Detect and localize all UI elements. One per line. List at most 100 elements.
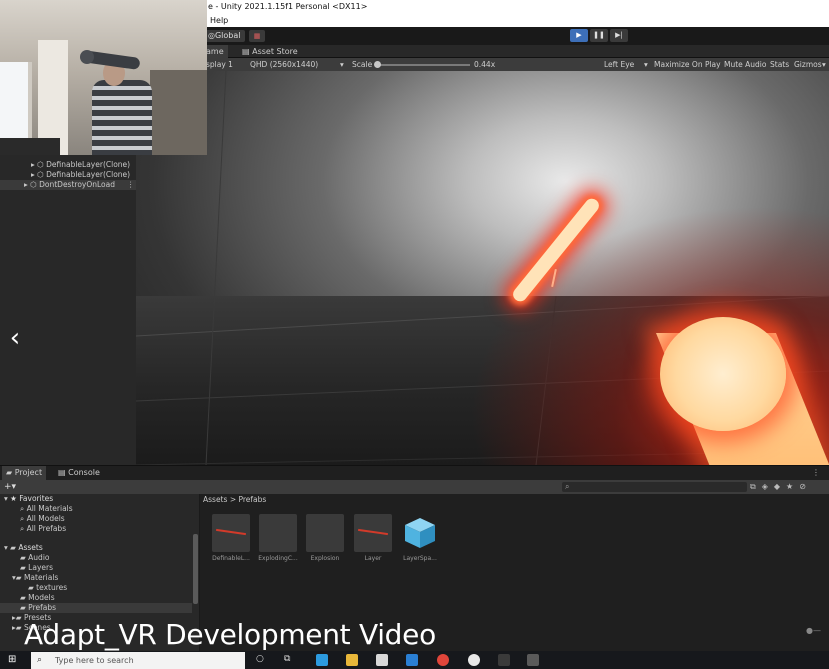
tab-console[interactable]: ▤ Console: [54, 466, 104, 480]
search-icon: ⌕: [565, 482, 570, 491]
expand-arrow-icon[interactable]: ▸: [24, 180, 28, 189]
hierarchy-row[interactable]: ▸ ⬡ DontDestroyOnLoad ⋮: [0, 180, 136, 190]
oculus-app-icon[interactable]: [468, 654, 480, 666]
grid-icon: ▦: [253, 32, 261, 40]
tree-scrollbar[interactable]: [193, 534, 198, 604]
folder-label: Layers: [28, 563, 53, 572]
project-tabs: ▰ Project ▤ Console ⋮: [0, 466, 829, 480]
prefab-tile[interactable]: ExplodingC...: [258, 514, 298, 562]
vr-headset-icon[interactable]: [498, 654, 510, 666]
menu-help[interactable]: Help: [210, 16, 228, 25]
gameobject-icon: ⬡: [37, 160, 44, 169]
windows-taskbar: ⊞ Type here to search ⌕ ○ ⧉: [0, 651, 829, 669]
prefab-label: LayerSpa...: [403, 555, 437, 562]
favorites-label: Favorites: [19, 494, 54, 503]
list-item[interactable]: ▰ Prefabs: [0, 603, 192, 613]
dropdown-arrow-icon: ▾: [340, 60, 344, 69]
breadcrumb-prefabs[interactable]: Prefabs: [238, 495, 266, 504]
breadcrumb-assets[interactable]: Assets: [203, 495, 227, 504]
list-item[interactable]: ▰ Layers: [0, 563, 192, 573]
prefab-thumbnail: [354, 514, 392, 552]
search-placeholder: Type here to search: [55, 656, 134, 665]
hierarchy-row[interactable]: ▸ ⬡ DefinableLayer(Clone): [0, 170, 136, 180]
favorite-label: All Prefabs: [26, 524, 67, 533]
folder-icon: ▰: [20, 603, 26, 612]
unity-icon[interactable]: [527, 654, 539, 666]
cortana-icon[interactable]: ○: [256, 654, 264, 664]
hierarchy-row[interactable]: ▸ ⬡ DefinableLayer(Clone): [0, 160, 136, 170]
prefab-tile[interactable]: Explosion: [306, 514, 344, 562]
prefab-tile[interactable]: DefinableL...: [212, 514, 250, 562]
prefab-label: DefinableL...: [212, 555, 250, 562]
hierarchy-item-label: DefinableLayer(Clone): [46, 170, 131, 179]
more-options-icon[interactable]: ⋮: [812, 466, 820, 480]
prefab-tile[interactable]: LayerSpa...: [401, 514, 439, 562]
folder-icon: ▰: [10, 543, 16, 552]
mail-icon[interactable]: [406, 654, 418, 666]
stats-toggle[interactable]: Stats: [770, 58, 789, 71]
play-controls: ▶ ❚❚ ▶|: [570, 29, 628, 42]
tab-project[interactable]: ▰ Project: [2, 466, 47, 480]
eye-dropdown[interactable]: Left Eye: [604, 58, 634, 71]
search-icon: ⌕: [20, 524, 25, 533]
expand-arrow-icon[interactable]: ▸: [31, 160, 35, 169]
list-item[interactable]: ▰ textures: [0, 583, 192, 593]
folder-icon: ▰: [20, 553, 26, 562]
list-item[interactable]: ⌕ All Materials: [0, 504, 192, 514]
file-explorer-icon[interactable]: [346, 654, 358, 666]
tab-asset-store[interactable]: ▤ Asset Store: [238, 45, 302, 58]
tab-label: Project: [14, 468, 43, 477]
folder-label: textures: [36, 583, 68, 592]
assets-header[interactable]: ▾ ▰ Assets: [0, 543, 192, 553]
project-filter-icons[interactable]: ⧉◈◆★⊘: [750, 480, 812, 494]
folder-icon: ▰: [28, 583, 34, 592]
list-item[interactable]: ▾▰ Materials: [0, 573, 192, 583]
more-options-icon[interactable]: ⋮: [127, 180, 135, 190]
search-icon: ⌕: [37, 655, 43, 665]
favorite-label: All Models: [26, 514, 65, 523]
mute-audio-toggle[interactable]: Mute Audio: [724, 58, 766, 71]
expand-arrow-icon: ▾: [4, 494, 8, 503]
chrome-icon[interactable]: [437, 654, 449, 666]
gizmos-dropdown-icon[interactable]: ▾: [822, 58, 826, 71]
display-dropdown[interactable]: splay 1: [206, 58, 233, 71]
list-item[interactable]: ▰ Models: [0, 593, 192, 603]
list-item[interactable]: ⌕ All Models: [0, 514, 192, 524]
edge-icon[interactable]: [316, 654, 328, 666]
game-viewport[interactable]: [136, 71, 829, 465]
pause-button[interactable]: ❚❚: [590, 29, 608, 42]
project-search-input[interactable]: [562, 482, 747, 492]
thumbnail-size-slider[interactable]: ●—: [806, 626, 821, 635]
step-button[interactable]: ▶|: [610, 29, 628, 42]
maximize-on-play-toggle[interactable]: Maximize On Play: [654, 58, 721, 71]
cam-person-body: [92, 80, 152, 155]
list-item[interactable]: ▰ Audio: [0, 553, 192, 563]
gizmos-toggle[interactable]: Gizmos: [794, 58, 822, 71]
game-view-options-bar: splay 1 QHD (2560x1440) ▾ Scale 0.44x Le…: [136, 58, 829, 71]
grid-snap-button[interactable]: ▦: [249, 30, 265, 42]
chevron-left-icon[interactable]: ‹: [4, 322, 26, 354]
windows-start-icon[interactable]: ⊞: [8, 655, 16, 665]
global-icon: ◎: [208, 31, 215, 40]
create-plus-button[interactable]: +▾: [4, 480, 16, 494]
dropdown-arrow-icon: ▾: [644, 60, 648, 69]
folder-icon: ▰: [20, 563, 26, 572]
prefab-thumbnail: [306, 514, 344, 552]
console-icon: ▤: [58, 468, 69, 477]
favorites-header[interactable]: ▾ ★ Favorites: [0, 494, 192, 504]
scale-slider-track[interactable]: [376, 64, 470, 66]
scale-slider-handle[interactable]: [374, 61, 381, 68]
prefab-tile[interactable]: Layer: [354, 514, 392, 562]
game-view-tabs: ame ▤ Asset Store: [136, 45, 829, 58]
pivot-global-toggle[interactable]: ◎Global: [204, 30, 245, 42]
expand-arrow-icon[interactable]: ▸: [31, 170, 35, 179]
folder-label: Materials: [23, 573, 59, 582]
folder-icon: ▰: [15, 573, 22, 582]
play-button[interactable]: ▶: [570, 29, 588, 42]
prefab-thumbnail: [212, 514, 250, 552]
task-view-icon[interactable]: ⧉: [284, 654, 290, 664]
list-item[interactable]: ⌕ All Prefabs: [0, 524, 192, 534]
tab-label: Console: [68, 468, 100, 477]
store-icon[interactable]: [376, 654, 388, 666]
taskbar-search-input[interactable]: Type here to search: [31, 652, 245, 669]
